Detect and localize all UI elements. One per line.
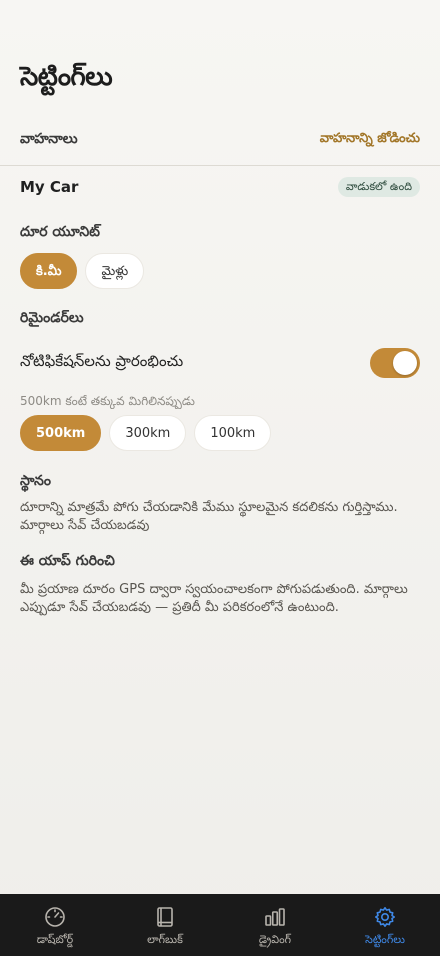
location-section-label: స్థానం xyxy=(20,473,51,489)
tab-settings[interactable]: సెట్టింగ్‌లు xyxy=(330,894,440,956)
threshold-option-500[interactable]: 500km xyxy=(20,415,102,451)
tab-label: డ్రైవింగ్ xyxy=(258,933,292,946)
unit-option-km[interactable]: కి.మీ xyxy=(20,253,78,289)
vehicles-section-label: వాహనాలు xyxy=(20,131,78,147)
tab-logbook[interactable]: లాగ్‌బుక్ xyxy=(110,894,220,956)
distance-unit-label: దూర యూనిట్ xyxy=(20,224,100,240)
notifications-toggle[interactable] xyxy=(370,348,420,378)
tab-label: సెట్టింగ్‌లు xyxy=(365,933,405,946)
divider xyxy=(0,165,440,166)
status-badge: వాడుకలో ఉంది xyxy=(337,177,420,197)
about-section-label: ఈ యాప్ గురించి xyxy=(20,553,115,569)
vehicle-name[interactable]: My Car xyxy=(20,178,78,196)
threshold-option-300[interactable]: 300km xyxy=(109,415,187,451)
distance-unit-selector: కి.మీ మైళ్లు xyxy=(20,253,145,289)
notifications-label: నోటిఫికేషన్‌లను ప్రారంభించు xyxy=(20,352,184,370)
gauge-icon xyxy=(45,907,65,927)
settings-screen: సెట్టింగ్‌లు వాహనాలు వాహనాన్ని జోడించు M… xyxy=(0,0,440,956)
tab-driving[interactable]: డ్రైవింగ్ xyxy=(220,894,330,956)
book-icon xyxy=(157,907,173,927)
location-description: దూరాన్ని మాత్రమే పోగు చేయడానికి మేము స్థ… xyxy=(20,500,398,533)
tab-dashboard[interactable]: డాష్‌బోర్డ్ xyxy=(0,894,110,956)
bottom-tab-bar: డాష్‌బోర్డ్ లాగ్‌బుక్ డ్రైవింగ్ సెట్టి xyxy=(0,894,440,956)
gear-icon xyxy=(375,907,395,927)
reminders-section-label: రిమైండర్‌లు xyxy=(20,310,84,326)
threshold-option-100[interactable]: 100km xyxy=(194,415,272,451)
threshold-hint: 500km కంటే తక్కువ మిగిలినప్పుడు xyxy=(20,394,195,408)
about-description: మీ ప్రయాణ దూరం GPS ద్వారా స్వయంచాలకంగా ప… xyxy=(20,582,408,615)
add-vehicle-button[interactable]: వాహనాన్ని జోడించు xyxy=(320,131,420,149)
tab-label: లాగ్‌బుక్ xyxy=(147,933,183,946)
tab-label: డాష్‌బోర్డ్ xyxy=(36,933,74,946)
unit-option-miles[interactable]: మైళ్లు xyxy=(85,253,145,289)
bar-chart-icon xyxy=(265,908,285,926)
toggle-knob xyxy=(393,351,417,375)
page-title: సెట్టింగ్‌లు xyxy=(20,62,113,92)
threshold-selector: 500km 300km 100km xyxy=(20,415,272,451)
